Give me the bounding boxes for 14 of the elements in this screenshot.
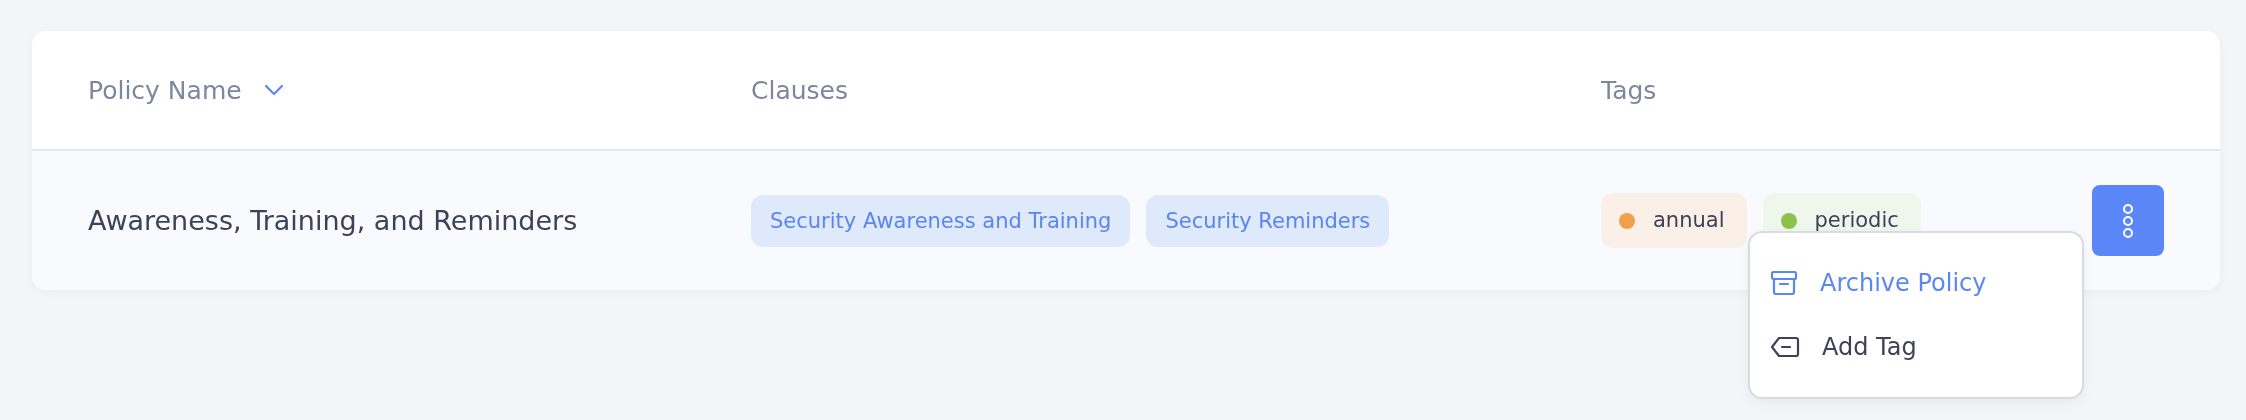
column-header: Tags <box>1601 75 1657 105</box>
more-button[interactable] <box>2092 185 2164 256</box>
tag-icon <box>1770 336 1800 358</box>
chevron-down-icon[interactable] <box>263 84 284 96</box>
column-header[interactable]: Policy Name <box>88 75 242 105</box>
column-header: Clauses <box>751 75 848 105</box>
tag-chip: annual <box>1601 193 1747 248</box>
menu-item[interactable]: Archive Policy <box>1750 251 2082 315</box>
vertical-dots-icon <box>2122 203 2134 238</box>
clause-chip[interactable]: Security Reminders <box>1146 194 1390 247</box>
menu-item[interactable]: Add Tag <box>1750 315 2082 379</box>
policy-name: Awareness, Training, and Reminders <box>88 205 578 236</box>
clause-chip[interactable]: Security Awareness and Training <box>751 194 1131 247</box>
archive-icon <box>1770 270 1798 296</box>
